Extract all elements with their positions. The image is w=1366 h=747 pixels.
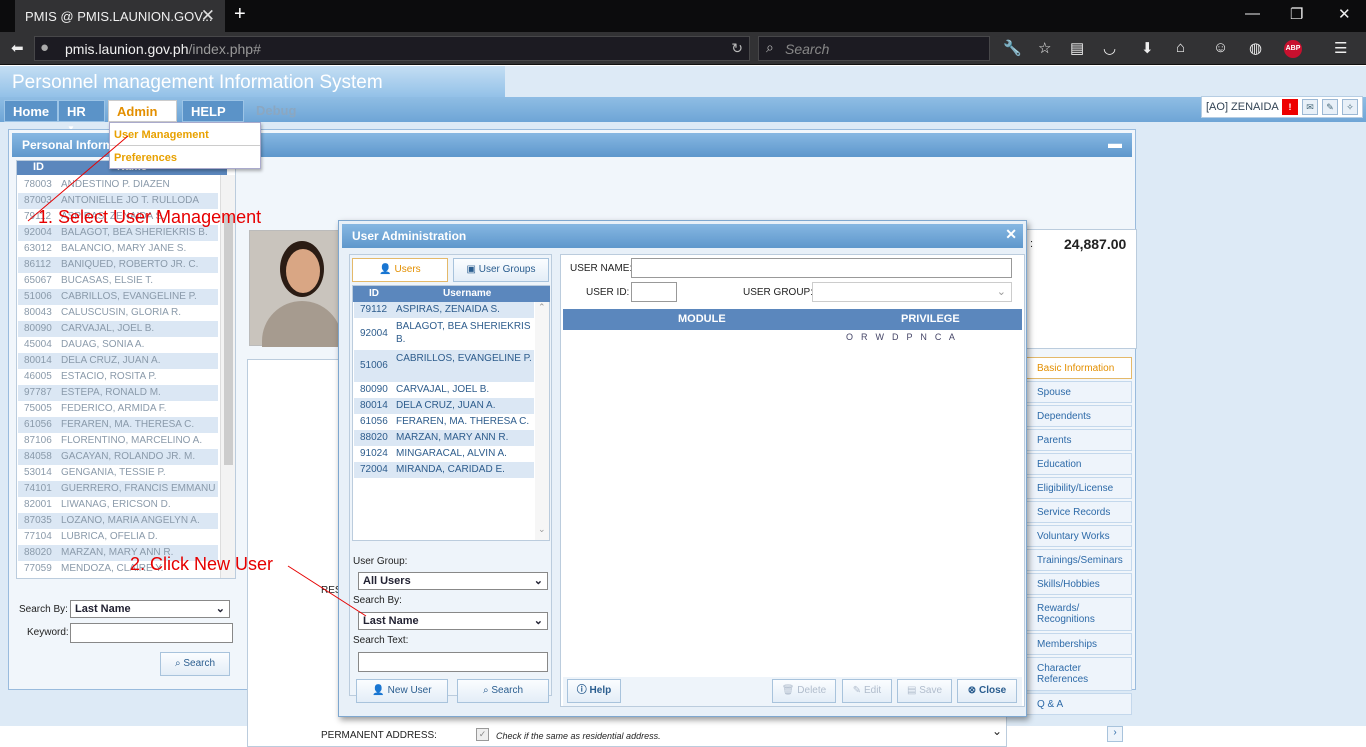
next-arrow-icon[interactable]: › [1107, 726, 1123, 742]
permanent-address-label: PERMANENT ADDRESS: [321, 730, 437, 741]
url-host: pmis.launion.gov.ph [65, 41, 189, 57]
reader-view-icon[interactable]: ▤ [1070, 39, 1084, 57]
same-address-note: Check if the same as residential address… [496, 731, 661, 741]
back-icon[interactable]: ⬅ [11, 39, 24, 57]
search-icon: ⌕ [766, 39, 774, 55]
same-address-checkbox[interactable]: ✓ [476, 728, 489, 741]
hamburger-menu-icon[interactable]: ☰ [1334, 39, 1347, 57]
url-path: /index.php# [188, 41, 261, 57]
bookmark-star-icon[interactable]: ☆ [1038, 39, 1051, 57]
chevron-down-icon[interactable]: ⌄ [992, 724, 1002, 738]
url-bar[interactable]: ● pmis.launion.gov.ph/index.php# ↻ [34, 36, 750, 61]
window-close-icon[interactable]: ✕ [1338, 5, 1351, 23]
browser-nav-bar: ⬅ ● pmis.launion.gov.ph/index.php# ↻ ⌕ S… [0, 32, 1366, 65]
browser-tab-bar: PMIS @ PMIS.LAUNION.GOV... ✕ + — ❐ ✕ [0, 0, 1366, 32]
home-icon[interactable]: ⌂ [1176, 39, 1185, 56]
minimize-icon[interactable]: — [1245, 5, 1260, 22]
reload-icon[interactable]: ↻ [731, 40, 743, 57]
pocket-icon[interactable]: ◡ [1103, 39, 1116, 57]
app-area: Personnel management Information System … [0, 66, 1366, 747]
annotation-step-2: 2. Click New User [130, 554, 274, 574]
annotation-line-2 [287, 565, 367, 617]
adblock-icon[interactable]: ABP [1284, 40, 1302, 58]
globe-icon[interactable]: ◍ [1249, 39, 1262, 57]
smiley-icon[interactable]: ☺ [1213, 39, 1228, 56]
download-icon[interactable]: ⬇ [1141, 39, 1154, 57]
browser-tab[interactable]: PMIS @ PMIS.LAUNION.GOV... ✕ [15, 0, 225, 32]
site-info-icon[interactable]: ● [40, 39, 49, 56]
new-tab-icon[interactable]: + [234, 3, 246, 26]
close-tab-icon[interactable]: ✕ [201, 6, 215, 26]
tab-title: PMIS @ PMIS.LAUNION.GOV... [25, 9, 213, 24]
restore-icon[interactable]: ❐ [1290, 5, 1303, 23]
browser-search-input[interactable]: ⌕ Search [758, 36, 990, 61]
annotation-step-1: 1. Select User Management [38, 207, 262, 227]
annotation-lines [27, 135, 367, 617]
search-placeholder: Search [785, 41, 830, 57]
wrench-icon[interactable]: 🔧 [1003, 39, 1022, 57]
